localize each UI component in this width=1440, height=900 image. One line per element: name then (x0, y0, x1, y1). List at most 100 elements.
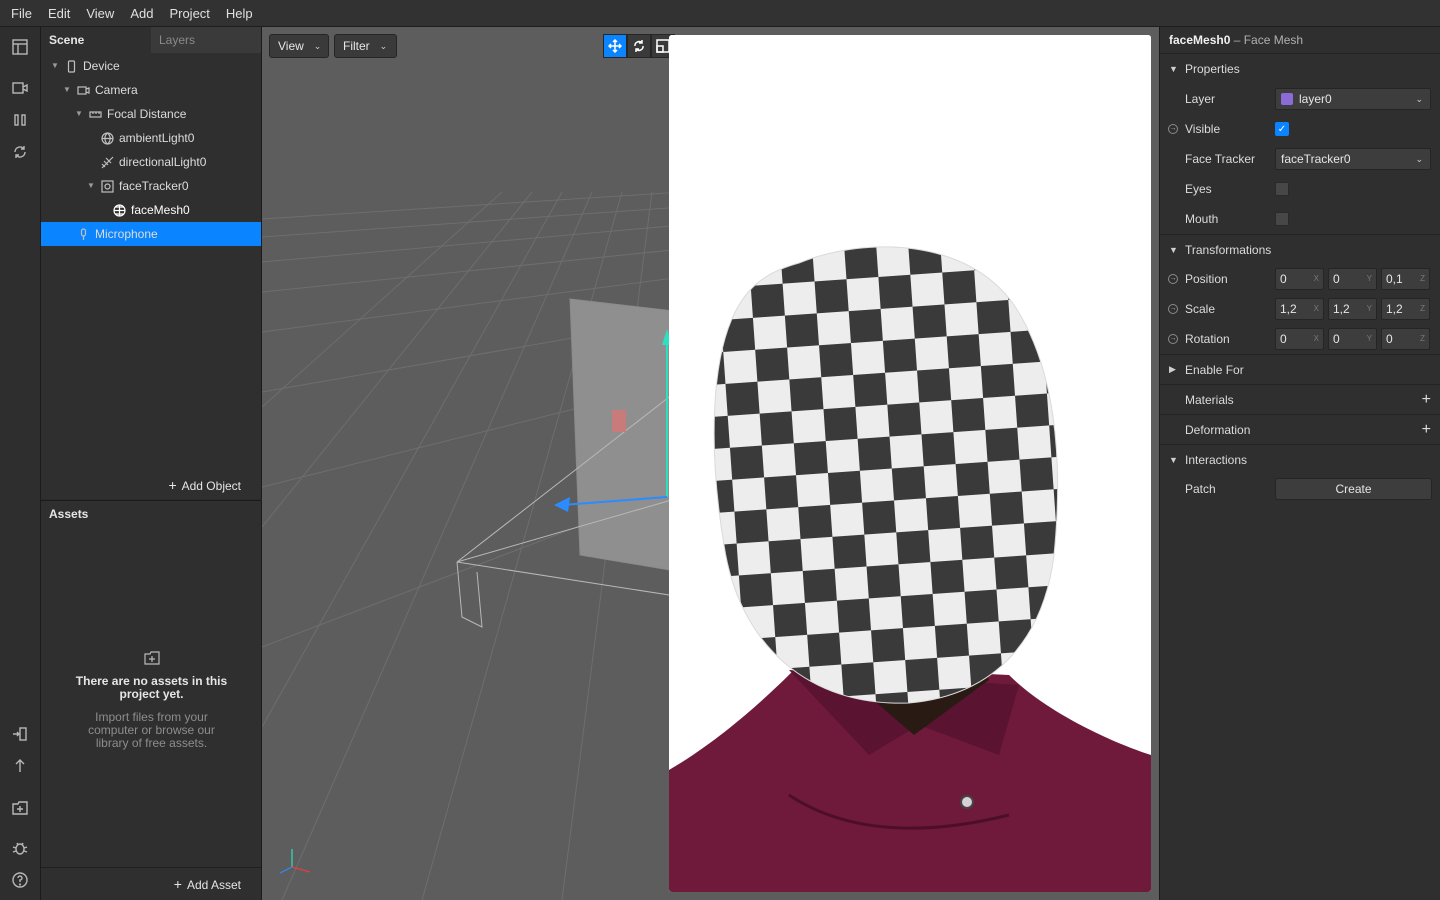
tab-layers[interactable]: Layers (151, 27, 261, 53)
tree-item-microphone[interactable]: Microphone (75, 222, 158, 246)
value: 1,2 (1333, 302, 1350, 316)
rotate-tool-button[interactable] (627, 34, 651, 58)
section-label: Properties (1185, 62, 1240, 76)
position-label: Position (1185, 272, 1228, 286)
view-dropdown[interactable]: View ⌄ (269, 34, 329, 58)
add-folder-icon (143, 651, 160, 665)
menu-view[interactable]: View (78, 0, 122, 27)
expand-caret-icon[interactable]: ▼ (51, 54, 63, 78)
section-interactions[interactable]: ▼ Interactions (1160, 444, 1440, 474)
layer-label: Layer (1185, 92, 1216, 106)
bug-icon[interactable] (8, 836, 32, 860)
collapse-arrow-icon: ▼ (1169, 64, 1178, 74)
scene-viewport[interactable]: View ⌄ Filter ⌄ (262, 27, 1159, 900)
add-asset-button[interactable]: + Add Asset (174, 876, 241, 892)
tree-item-focal-distance[interactable]: ▼ Focal Distance (75, 102, 186, 126)
menu-edit[interactable]: Edit (40, 0, 78, 27)
refresh-icon[interactable] (8, 140, 32, 164)
video-icon[interactable] (8, 76, 32, 100)
menu-help[interactable]: Help (218, 0, 261, 27)
patch-row: Patch Create (1160, 474, 1440, 504)
move-tool-button[interactable] (603, 34, 627, 58)
position-x-input[interactable]: 0X (1275, 268, 1324, 290)
empty-heading: There are no assets in this project yet. (75, 674, 228, 701)
preview-window[interactable] (669, 35, 1151, 892)
mouth-label: Mouth (1185, 212, 1219, 226)
value: 0 (1333, 272, 1340, 286)
add-folder-icon[interactable] (8, 796, 32, 820)
eyes-checkbox[interactable] (1275, 182, 1289, 196)
section-label: Interactions (1185, 452, 1248, 467)
patch-link-icon[interactable]: → (1168, 274, 1178, 284)
section-enable-for[interactable]: ▶ Enable For (1160, 354, 1440, 384)
tree-item-label: faceMesh0 (131, 203, 190, 217)
filter-dropdown[interactable]: Filter ⌄ (334, 34, 397, 58)
section-transformations[interactable]: ▼ Transformations (1160, 234, 1440, 264)
camera-icon (75, 83, 91, 97)
help-icon[interactable] (8, 868, 32, 892)
menu-file[interactable]: File (3, 0, 40, 27)
position-y-input[interactable]: 0Y (1328, 268, 1377, 290)
face-tracker-dropdown[interactable]: faceTracker0 ⌄ (1275, 148, 1431, 170)
tree-item-face-mesh[interactable]: faceMesh0 (111, 198, 190, 222)
create-patch-button[interactable]: Create (1275, 478, 1432, 500)
tab-scene[interactable]: Scene (41, 27, 151, 53)
tree-item-label: faceTracker0 (119, 179, 189, 193)
mouth-row: Mouth (1160, 204, 1440, 234)
chevron-down-icon: ⌄ (313, 40, 322, 51)
rotation-row: → Rotation 0X 0Y 0Z (1160, 324, 1440, 354)
expand-caret-icon[interactable]: ▼ (63, 78, 75, 102)
tree-item-label: ambientLight0 (119, 131, 195, 145)
section-properties[interactable]: ▼ Properties (1160, 54, 1440, 84)
value: 1,2 (1280, 302, 1297, 316)
add-material-button[interactable]: + (1422, 391, 1431, 409)
pause-icon[interactable] (8, 108, 32, 132)
rotation-y-input[interactable]: 0Y (1328, 328, 1377, 350)
patch-label: Patch (1185, 482, 1216, 496)
face-tracker-row: Face Tracker faceTracker0 ⌄ (1160, 144, 1440, 174)
expand-caret-icon[interactable]: ▼ (87, 174, 99, 198)
rotation-x-input[interactable]: 0X (1275, 328, 1324, 350)
menu-project[interactable]: Project (161, 0, 217, 27)
eyes-label: Eyes (1185, 182, 1212, 196)
menu-add[interactable]: Add (122, 0, 161, 27)
face-tracker-value: faceTracker0 (1281, 152, 1351, 166)
focal-distance-icon (87, 107, 103, 121)
patch-link-icon[interactable]: → (1168, 304, 1178, 314)
patch-link-icon[interactable]: → (1168, 124, 1178, 134)
layout-icon[interactable] (8, 35, 32, 59)
axis-label: Y (1366, 274, 1372, 283)
tree-item-label: Focal Distance (107, 107, 187, 121)
face-mesh-icon (111, 203, 127, 217)
layer-dropdown[interactable]: layer0 ⌄ (1275, 88, 1431, 110)
collapse-arrow-icon: ▼ (1169, 454, 1178, 465)
mouth-checkbox[interactable] (1275, 212, 1289, 226)
tree-item-camera[interactable]: ▼ Camera (63, 78, 138, 102)
divider (41, 867, 261, 868)
assets-panel: Assets There are no assets in this proje… (41, 500, 262, 900)
tree-item-directional-light[interactable]: directionalLight0 (99, 150, 206, 174)
scale-z-input[interactable]: 1,2 Z (1381, 298, 1430, 320)
rotation-z-input[interactable]: 0Z (1381, 328, 1430, 350)
tree-item-device[interactable]: ▼ Device (51, 54, 120, 78)
patch-link-icon[interactable]: → (1168, 334, 1178, 344)
add-object-button[interactable]: + Add Object (168, 477, 241, 493)
position-z-input[interactable]: 0,1 Z (1381, 268, 1430, 290)
add-deformation-button[interactable]: + (1422, 421, 1431, 439)
tree-item-ambient-light[interactable]: ambientLight0 (99, 126, 194, 150)
position-row: → Position 0X 0Y 0,1 Z (1160, 264, 1440, 294)
tree-item-label: Camera (95, 83, 138, 97)
axis-label: X (1313, 334, 1319, 343)
section-label: Deformation (1185, 422, 1251, 437)
send-to-device-icon[interactable] (8, 722, 32, 746)
visible-row: → Visible ✓ (1160, 114, 1440, 144)
upload-icon[interactable] (8, 754, 32, 778)
axis-label: Z (1420, 334, 1425, 343)
expand-caret-icon[interactable]: ▼ (75, 102, 87, 126)
visible-checkbox[interactable]: ✓ (1275, 122, 1289, 136)
rotation-label: Rotation (1185, 332, 1230, 346)
scale-x-input[interactable]: 1,2 X (1275, 298, 1324, 320)
tree-item-face-tracker[interactable]: ▼ faceTracker0 (87, 174, 189, 198)
layer-color-swatch (1281, 93, 1293, 105)
scale-y-input[interactable]: 1,2 Y (1328, 298, 1377, 320)
